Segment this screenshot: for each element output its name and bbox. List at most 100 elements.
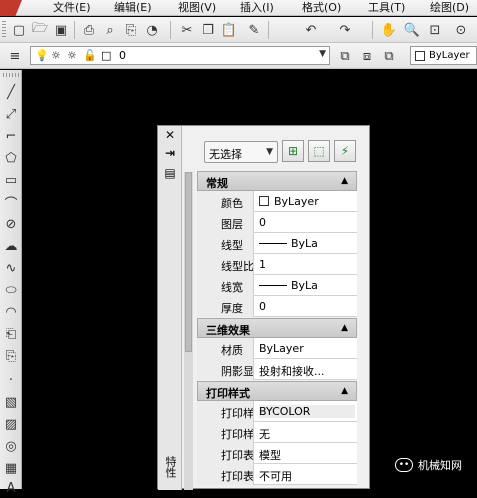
close-icon[interactable]: ✕	[163, 128, 177, 142]
print-icon[interactable]: ⎙	[80, 21, 98, 39]
property-row[interactable]: 阴影显示 投射和接收...	[197, 359, 357, 380]
property-row[interactable]: 颜色 ByLayer	[197, 191, 357, 212]
select-objects-icon[interactable]: ⬚	[308, 140, 330, 162]
polygon-icon[interactable]: ⬠	[2, 148, 20, 168]
zoom-previous-icon[interactable]: ⊙	[452, 21, 470, 39]
toolbar-grip[interactable]	[3, 73, 19, 77]
make-block-icon[interactable]: ⎘	[2, 346, 20, 366]
property-row[interactable]: 线型比例 1	[197, 254, 357, 275]
polyline-icon[interactable]: ⌐	[2, 126, 20, 146]
rectangle-icon[interactable]: ▭	[2, 170, 20, 190]
menu-edit[interactable]: 编辑(E)	[114, 1, 152, 15]
section-plot-style[interactable]: 打印样式 ▲	[197, 381, 357, 401]
property-row[interactable]: 材质 ByLayer	[197, 338, 357, 359]
app-logo[interactable]	[0, 0, 22, 16]
save-icon[interactable]: ▣	[52, 21, 70, 39]
property-row[interactable]: 线宽 ByLa	[197, 275, 357, 296]
quick-select-icon[interactable]: ⚡	[334, 140, 356, 162]
menu-format[interactable]: 格式(O)	[302, 1, 341, 15]
toggle-pickadd-icon[interactable]: ⊞	[282, 140, 304, 162]
print-preview-icon[interactable]: ⌕	[101, 21, 119, 39]
pan-icon[interactable]: ✋	[380, 21, 398, 39]
section-3d-effects[interactable]: 三维效果 ▲	[197, 318, 357, 338]
menu-tools[interactable]: 工具(T)	[368, 1, 405, 15]
property-value[interactable]: 无	[259, 426, 355, 442]
selection-dropdown[interactable]: 无选择 ▼	[204, 141, 278, 163]
menu-draw[interactable]: 绘图(D)	[430, 1, 469, 15]
property-value[interactable]: 模型	[259, 447, 355, 463]
collapse-icon[interactable]: ▲	[341, 176, 348, 186]
revision-cloud-icon[interactable]: ☁	[2, 236, 20, 256]
property-value[interactable]: ByLa	[259, 237, 355, 250]
spline-icon[interactable]: ∿	[2, 258, 20, 278]
open-icon[interactable]: 🗁	[31, 21, 49, 39]
property-value[interactable]: 0	[259, 300, 355, 313]
property-value[interactable]: BYCOLOR	[259, 405, 355, 418]
collapse-icon[interactable]: ▲	[341, 386, 348, 396]
layer-manager-icon[interactable]: ≡	[6, 47, 24, 65]
palette-titlebar[interactable]: ✕ ⇥ ▤ 特性	[158, 126, 182, 490]
property-row[interactable]: 打印样... 无	[197, 422, 357, 443]
table-icon[interactable]: ▦	[2, 458, 20, 478]
palette-title: 特性	[164, 456, 177, 478]
layer-states-icon[interactable]: ⧉	[380, 47, 398, 65]
publish-icon[interactable]: ⎘	[122, 21, 140, 39]
text-icon[interactable]: A	[2, 478, 20, 498]
palette-menu-icon[interactable]: ▤	[163, 166, 177, 180]
property-label: 颜色	[197, 191, 254, 212]
property-row[interactable]: 打印表... 模型	[197, 443, 357, 464]
layer-on-icon: 💡	[35, 49, 49, 62]
toolbar-grip[interactable]	[2, 21, 6, 39]
ellipse-icon[interactable]: ⬭	[2, 280, 20, 300]
menu-insert[interactable]: 插入(I)	[240, 1, 274, 15]
layer-dropdown[interactable]: 💡 ☼ ☼ 🔓 □ 0 ▼	[30, 46, 330, 65]
autohide-icon[interactable]: ⇥	[163, 146, 177, 160]
property-value[interactable]: 1	[259, 258, 355, 271]
undo-icon[interactable]: ↶	[302, 21, 320, 39]
property-value[interactable]: 0	[259, 216, 355, 229]
property-value[interactable]: ByLayer	[259, 342, 355, 355]
property-value[interactable]: 投射和接收...	[259, 363, 355, 379]
arc-icon[interactable]: ⌒	[2, 192, 20, 212]
layer-color-icon: □	[101, 49, 112, 62]
region-icon[interactable]: ◎	[2, 436, 20, 456]
section-general[interactable]: 常规 ▲	[197, 171, 357, 191]
match-properties-icon[interactable]: ✎	[245, 21, 263, 39]
property-value[interactable]: ByLayer	[259, 195, 355, 208]
point-icon[interactable]: ·	[2, 370, 20, 390]
line-icon[interactable]: ╱	[2, 82, 20, 102]
color-dropdown[interactable]: ByLayer	[410, 46, 477, 65]
property-row[interactable]: 线型 ByLa	[197, 233, 357, 254]
layer-viewport-icon: ☼	[67, 49, 77, 62]
scrollbar-thumb[interactable]	[185, 172, 192, 352]
property-row[interactable]: 打印样式 BYCOLOR	[197, 401, 357, 422]
copy-icon[interactable]: ❐	[199, 21, 217, 39]
make-current-layer-icon[interactable]: ⧉	[336, 47, 354, 65]
menu-view[interactable]: 视图(V)	[178, 1, 216, 15]
cut-icon[interactable]: ✂	[178, 21, 196, 39]
hatch-icon[interactable]: ▧	[2, 392, 20, 412]
property-label: 打印样...	[197, 422, 254, 443]
zoom-icon[interactable]: 🔍	[403, 21, 421, 39]
property-row[interactable]: 图层 0	[197, 212, 357, 233]
redo-icon[interactable]: ↷	[336, 21, 354, 39]
property-row[interactable]: 厚度 0	[197, 296, 357, 317]
insert-block-icon[interactable]: ⎗	[2, 324, 20, 344]
property-row[interactable]: 打印表... 不可用	[197, 464, 357, 485]
zoom-window-icon[interactable]: ⊡	[426, 21, 444, 39]
gradient-icon[interactable]: ▨	[2, 414, 20, 434]
new-icon[interactable]: ▢	[10, 21, 28, 39]
toolbar-separator	[372, 21, 373, 39]
layer-previous-icon[interactable]: ⧈	[358, 47, 376, 65]
property-value[interactable]: 不可用	[259, 468, 355, 484]
menu-file[interactable]: 文件(E)	[53, 1, 91, 15]
circle-icon[interactable]: ⊘	[2, 214, 20, 234]
ellipse-arc-icon[interactable]: ◠	[2, 302, 20, 322]
construction-line-icon[interactable]: ⤢	[2, 104, 20, 124]
collapse-icon[interactable]: ▲	[341, 323, 348, 333]
paste-icon[interactable]: 📋	[220, 21, 238, 39]
linetype-sample	[259, 243, 287, 244]
plot-icon[interactable]: ◔	[143, 21, 161, 39]
property-value[interactable]: ByLa	[259, 279, 355, 292]
property-grid: 常规 ▲ 颜色 ByLayer 图层 0 线型 ByLa 线型比例 1 线宽 B…	[197, 170, 357, 485]
